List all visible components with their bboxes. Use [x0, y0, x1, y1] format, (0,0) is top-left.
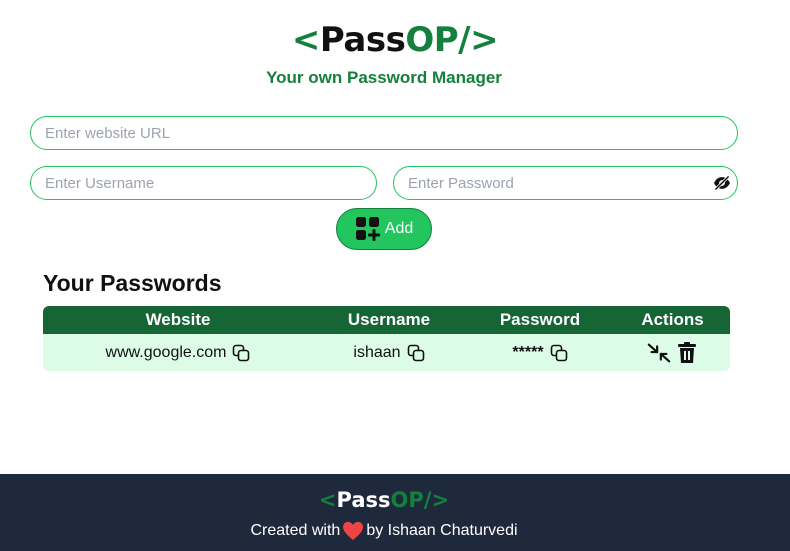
heart-icon — [342, 521, 364, 541]
footer-brand-gt: > — [431, 488, 450, 512]
username-input[interactable] — [30, 166, 377, 200]
footer: <PassOP/> Created with by Ishaan Chaturv… — [0, 474, 790, 551]
username-value: ishaan — [353, 343, 401, 361]
table-header: Website Username Password Actions — [43, 306, 730, 334]
column-header-password: Password — [499, 310, 581, 329]
passwords-title: Your Passwords — [43, 270, 222, 296]
edit-icon[interactable] — [647, 341, 671, 365]
add-button[interactable]: Add — [336, 208, 432, 250]
column-header-actions: Actions — [641, 310, 704, 329]
add-button-label: Add — [384, 220, 414, 237]
cell-website: www.google.com — [43, 344, 313, 362]
footer-brand-op: OP/ — [390, 488, 432, 512]
password-input[interactable] — [393, 166, 738, 200]
column-header-username: Username — [347, 310, 431, 329]
brand-gt: > — [470, 20, 499, 60]
cell-password: ***** — [465, 344, 615, 362]
copy-icon[interactable] — [232, 344, 250, 362]
brand-pass: Pass — [319, 20, 406, 60]
tagline: Your own Password Manager — [266, 68, 502, 87]
password-value: ***** — [512, 343, 544, 361]
cell-username: ishaan — [313, 344, 465, 362]
footer-brand-lt: < — [318, 488, 337, 512]
copy-icon[interactable] — [550, 344, 568, 362]
website-url-input[interactable] — [30, 116, 738, 150]
eye-off-icon[interactable] — [712, 174, 732, 192]
brand-op: OP/ — [405, 20, 471, 60]
footer-credit: Created with by Ishaan Chaturvedi — [0, 521, 768, 541]
copy-icon[interactable] — [407, 344, 425, 362]
passwords-table: Website Username Password Actions www.go… — [43, 306, 730, 371]
brand-logo: <PassOP/> — [0, 20, 790, 60]
delete-icon[interactable] — [675, 341, 699, 365]
column-header-website: Website — [145, 310, 211, 329]
brand-lt: < — [291, 20, 321, 60]
add-grid-icon — [355, 216, 381, 242]
footer-brand-logo: <PassOP/> — [0, 488, 768, 512]
table-row: www.google.com ishaan ***** — [43, 334, 730, 371]
website-link[interactable]: www.google.com — [106, 344, 227, 362]
cell-actions — [615, 341, 730, 365]
credit-prefix: Created with — [250, 522, 341, 539]
footer-brand-pass: Pass — [336, 488, 391, 512]
credit-suffix: by Ishaan Chaturvedi — [366, 522, 518, 539]
